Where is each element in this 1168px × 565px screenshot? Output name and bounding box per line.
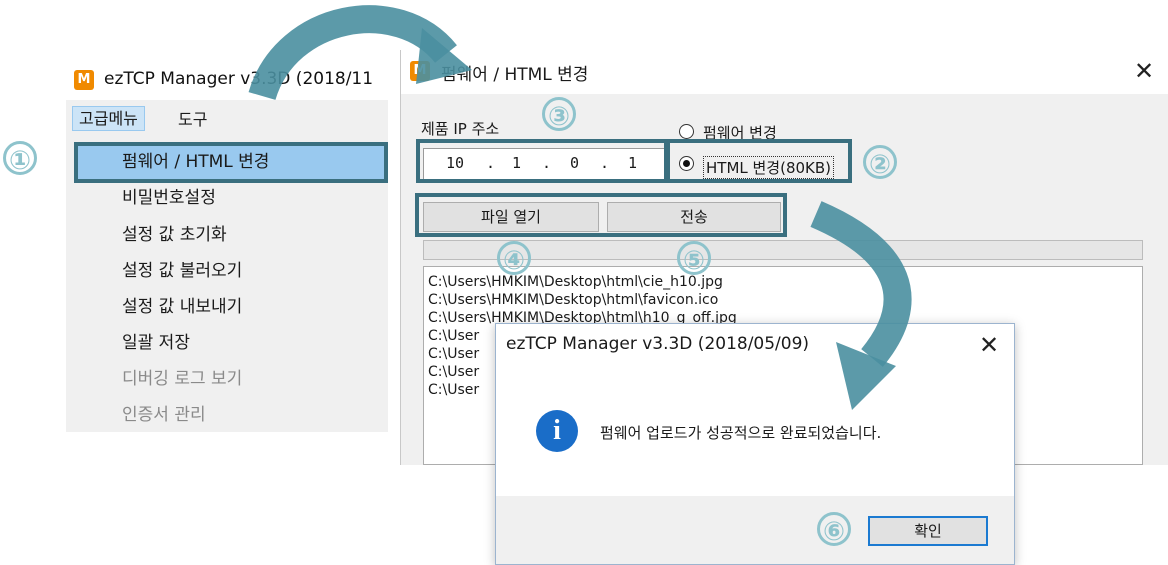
- step-number-4: ④: [497, 241, 531, 276]
- step-number-5: ⑤: [677, 241, 711, 276]
- arrow-menu-to-dialog: [248, 5, 457, 101]
- arrow-send-to-msgbox: [810, 201, 912, 367]
- step-number-2: ②: [863, 145, 897, 180]
- step-number-6: ⑥: [817, 512, 851, 547]
- annotation-arrows: [248, 5, 912, 410]
- step-number-3: ③: [542, 97, 576, 132]
- step-number-1: ①: [3, 141, 37, 176]
